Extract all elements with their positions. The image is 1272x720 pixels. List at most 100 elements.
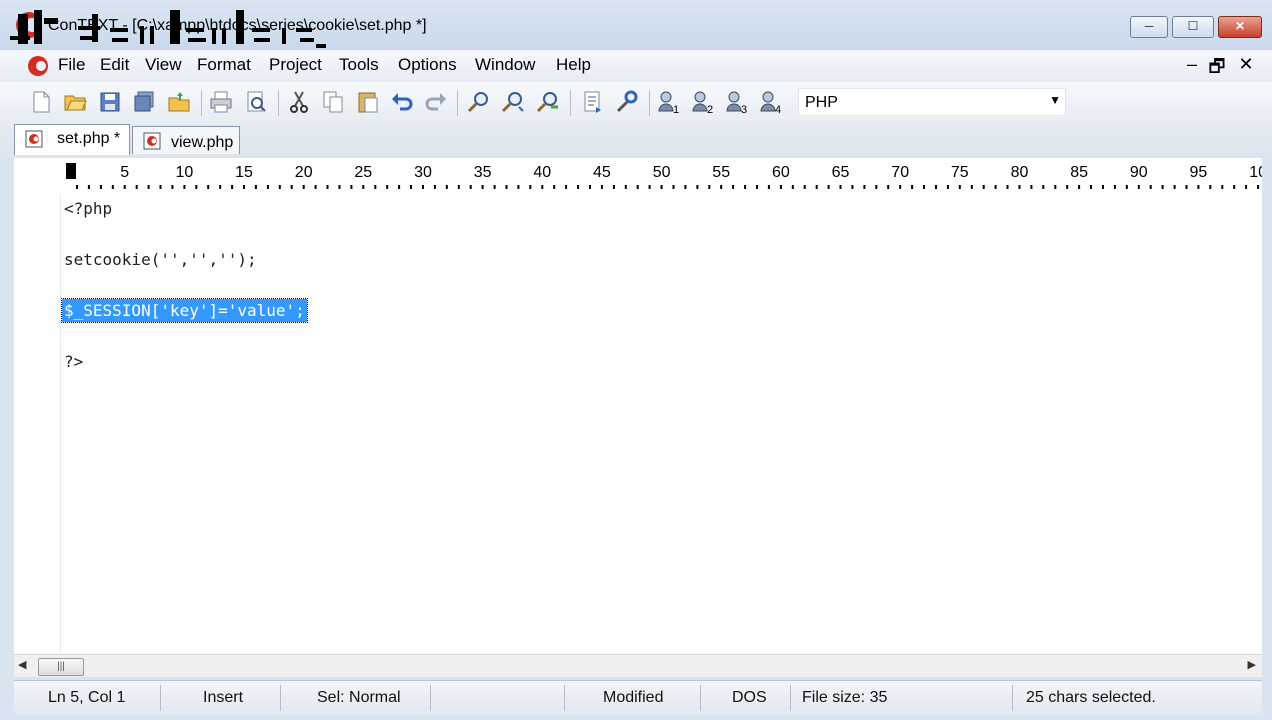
code-line[interactable]: <?php [64,199,112,218]
user-command-2-icon[interactable]: 2 [690,89,716,115]
ruler-tick [1197,185,1200,189]
open-project-icon[interactable] [166,89,192,115]
chevron-down-icon[interactable]: ▼ [1049,93,1061,107]
tab-view-php[interactable]: view.php [132,126,240,154]
paste-icon[interactable] [355,89,381,115]
ruler-label: 25 [354,164,372,181]
close-window-button[interactable]: ✕ [1218,16,1262,38]
code-editor[interactable]: <?php setcookie('','',''); $_SESSION['ke… [14,194,1262,654]
ruler-tick [374,185,377,189]
highlighter-select[interactable]: PHP ▼ [798,88,1066,116]
menu-project[interactable]: Project [269,55,322,75]
ruler-tick [1102,185,1104,189]
cut-icon[interactable] [286,89,312,115]
ruler-label: 40 [533,164,551,181]
menu-help[interactable]: Help [556,55,591,75]
line-ending-format[interactable]: DOS [732,689,767,707]
svg-text:2: 2 [707,104,713,115]
maximize-button[interactable]: ☐ [1172,16,1214,38]
ruler-tick [1090,185,1092,189]
menu-tools[interactable]: Tools [339,55,379,75]
ruler-tick [386,185,389,189]
mdi-minimize-button[interactable]: – [1182,54,1202,75]
export-icon[interactable] [580,89,606,115]
code-line[interactable]: ?> [64,352,83,371]
open-folder-icon[interactable] [62,89,88,115]
ruler-tick [87,185,90,189]
status-separator [700,685,701,711]
scroll-thumb[interactable]: ||| [38,658,84,676]
print-preview-icon[interactable] [243,89,269,115]
ruler-tick [302,185,305,189]
ruler-tick [219,185,222,189]
status-separator [1012,685,1013,711]
ruler-tick [410,185,412,189]
ruler-label: 70 [891,164,909,181]
file-tab-bar: set.php * view.php [0,122,1272,158]
ruler-tick [278,185,281,189]
status-separator [280,685,281,711]
menu-file[interactable]: File [58,55,85,75]
ruler-tick [422,185,424,189]
ruler-label: 5 [120,164,129,181]
selection-mode[interactable]: Sel: Normal [317,689,401,707]
ruler-label: 75 [951,164,969,181]
ruler-tick [362,185,365,189]
ruler-tick [779,185,782,189]
save-icon[interactable] [97,89,123,115]
document-system-icon[interactable] [26,54,50,78]
ruler-tick [433,185,436,189]
tab-set-php[interactable]: set.php * [14,124,130,155]
scroll-left-icon[interactable]: ◀ [18,658,26,671]
save-all-icon[interactable] [131,89,157,115]
horizontal-scrollbar[interactable]: ◀ ||| ▶ [14,654,1262,677]
find-next-icon[interactable] [500,89,526,115]
menu-options[interactable]: Options [398,55,457,75]
close-icon: ✕ [1234,19,1246,33]
code-line[interactable]: setcookie('','',''); [64,250,257,269]
ruler-tick [457,185,460,189]
ruler-tick [159,185,162,189]
ruler-tick [147,185,150,189]
ruler-tick [338,185,341,189]
menu-window[interactable]: Window [475,55,535,75]
menu-edit[interactable]: Edit [100,55,129,75]
selected-chars-count: 25 chars selected. [1026,689,1156,706]
toolbar: 1 2 3 4 PHP ▼ [0,82,1272,122]
ruler-tick [744,185,747,189]
ruler-tick [958,185,961,189]
scroll-right-icon[interactable]: ▶ [1248,658,1256,671]
user-command-4-icon[interactable]: 4 [758,89,784,115]
ruler-tick [1125,185,1128,189]
ruler-tick [505,185,508,189]
new-file-icon[interactable] [28,89,54,115]
selected-code-line[interactable]: $_SESSION['key']='value'; [61,298,308,323]
menu-format[interactable]: Format [197,55,251,75]
undo-icon[interactable] [389,89,415,115]
replace-icon[interactable] [535,89,561,115]
insert-mode[interactable]: Insert [203,689,243,707]
ruler-tick [493,185,496,189]
ruler-tick [624,185,627,189]
mdi-close-button[interactable]: ✕ [1236,54,1256,75]
menu-view[interactable]: View [145,55,182,75]
mdi-restore-button[interactable]: 🗗 [1207,54,1227,84]
user-command-3-icon[interactable]: 3 [724,89,750,115]
modified-indicator: Modified [603,689,664,706]
user-command-1-icon[interactable]: 1 [656,89,682,115]
ruler-label: 15 [235,164,253,181]
tab-label: view.php [171,134,234,151]
minimize-button[interactable]: ─ [1130,16,1168,38]
ruler-tick [648,185,651,189]
ruler-tick [839,185,842,189]
ruler-tick [1042,185,1045,189]
settings-icon[interactable] [614,89,640,115]
redo-icon[interactable] [423,89,449,115]
copy-icon[interactable] [320,89,346,115]
ruler-tick [827,185,830,189]
ruler-tick [589,185,591,189]
print-icon[interactable] [208,89,234,115]
ruler-label: 65 [832,164,850,181]
ruler-tick [732,185,735,189]
find-icon[interactable] [466,89,492,115]
